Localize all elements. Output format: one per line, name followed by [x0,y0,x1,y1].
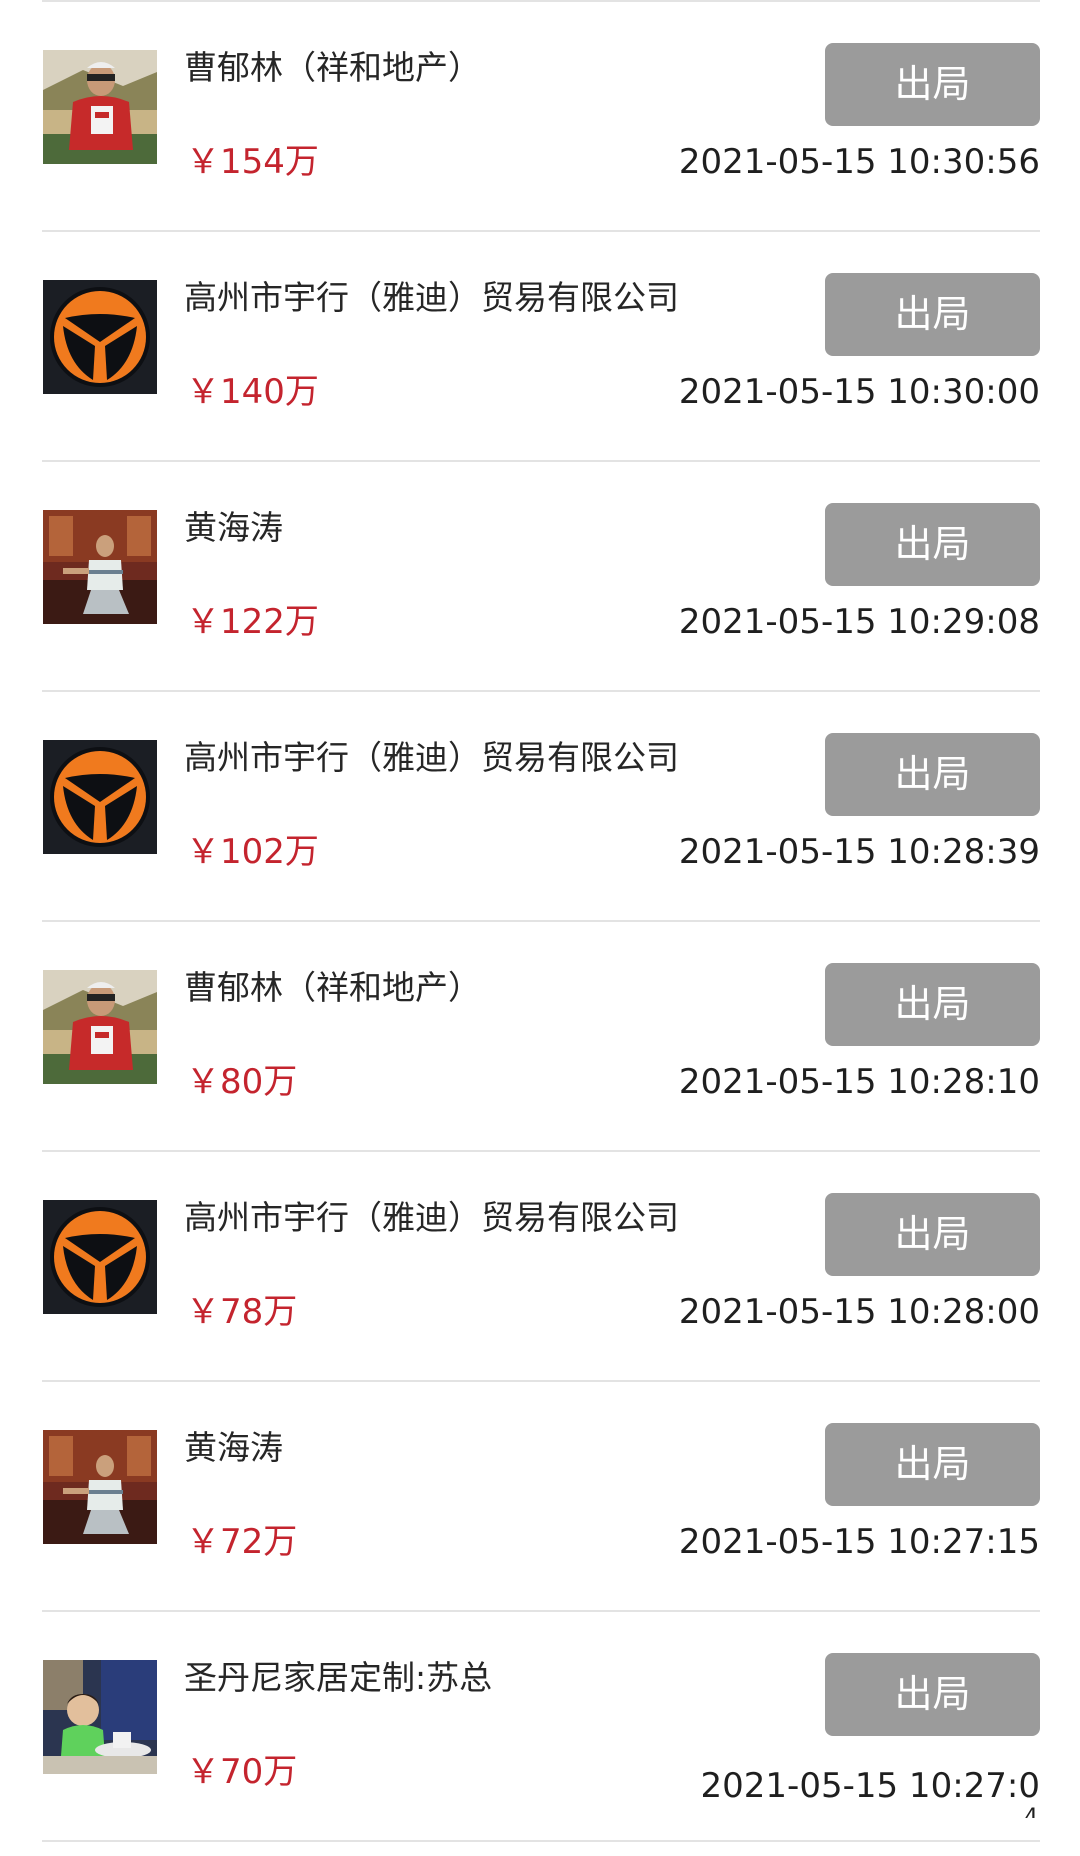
bid-timestamp: 2021-05-15 10:30:00 [678,372,1040,412]
bid-price: ￥154万 [186,142,319,182]
yadi-logo-avatar [43,1200,157,1314]
list-item: 黄海涛 ￥72万 出局 2021-05-15 10:27:15 [0,1380,1080,1610]
bid-timestamp: 2021-05-15 10:28:10 [678,1062,1040,1102]
out-button[interactable]: 出局 [825,273,1040,356]
bidder-name: 曹郁林（祥和地产） [184,968,481,1007]
bid-price: ￥78万 [186,1292,298,1332]
out-button[interactable]: 出局 [825,1423,1040,1506]
bidder-name: 黄海涛 [184,1428,283,1467]
list-item: 高州市宇行（雅迪）贸易有限公司 ￥78万 出局 2021-05-15 10:28:00 [0,1150,1080,1380]
bid-timestamp: 2021-05-15 10:30:56 [678,142,1040,182]
bidder-name: 曹郁林（祥和地产） [184,48,481,87]
yadi-logo-avatar [43,280,157,394]
list-item: 曹郁林（祥和地产） ￥154万 出局 2021-05-15 10:30:56 [0,0,1080,230]
bidder-name: 高州市宇行（雅迪）贸易有限公司 [184,278,679,317]
divider [42,1840,1040,1842]
out-button[interactable]: 出局 [825,1653,1040,1736]
bid-timestamp: 2021-05-15 10:28:00 [678,1292,1040,1332]
list-item: 曹郁林（祥和地产） ￥80万 出局 2021-05-15 10:28:10 [0,920,1080,1150]
bid-timestamp: 2021-05-15 10:28:39 [678,832,1040,872]
bidder-name: 圣丹尼家居定制:苏总 [184,1658,493,1697]
avatar [43,1660,157,1774]
list-item: 黄海涛 ￥122万 出局 2021-05-15 10:29:08 [0,460,1080,690]
bid-price: ￥70万 [186,1752,298,1792]
yadi-logo-avatar [43,740,157,854]
bid-price: ￥140万 [186,372,319,412]
out-button[interactable]: 出局 [825,43,1040,126]
avatar [43,1430,157,1544]
avatar [43,970,157,1084]
bid-price: ￥102万 [186,832,319,872]
bid-timestamp-overflow: 4 [1024,1806,1038,1818]
bidder-name: 黄海涛 [184,508,283,547]
list-item: 高州市宇行（雅迪）贸易有限公司 ￥140万 出局 2021-05-15 10:30:0… [0,230,1080,460]
avatar [43,50,157,164]
bidder-name: 高州市宇行（雅迪）贸易有限公司 [184,1198,679,1237]
list-item: 高州市宇行（雅迪）贸易有限公司 ￥102万 出局 2021-05-15 10:28:3… [0,690,1080,920]
out-button[interactable]: 出局 [825,733,1040,816]
list-item: 圣丹尼家居定制:苏总 ￥70万 出局 2021-05-15 10:27:04 [0,1610,1080,1840]
out-button[interactable]: 出局 [825,503,1040,586]
bid-timestamp: 2021-05-15 10:27:15 [678,1522,1040,1562]
bid-price: ￥80万 [186,1062,298,1102]
avatar [43,510,157,624]
bid-timestamp: 2021-05-15 10:27:0 [700,1766,1040,1806]
bid-price: ￥72万 [186,1522,298,1562]
bid-timestamp: 2021-05-15 10:29:08 [678,602,1040,642]
out-button[interactable]: 出局 [825,963,1040,1046]
bid-price: ￥122万 [186,602,319,642]
bidder-name: 高州市宇行（雅迪）贸易有限公司 [184,738,679,777]
out-button[interactable]: 出局 [825,1193,1040,1276]
